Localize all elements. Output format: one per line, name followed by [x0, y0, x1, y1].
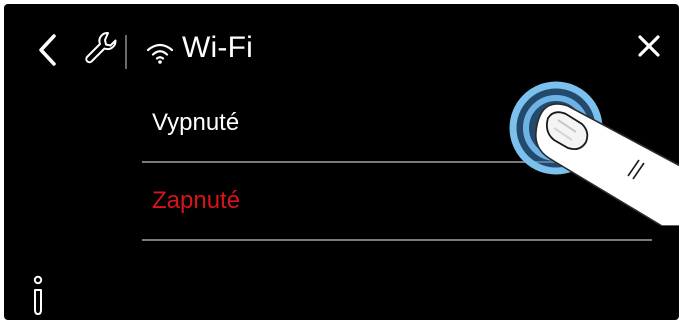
option-divider — [142, 239, 652, 241]
info-icon[interactable] — [26, 274, 52, 318]
option-off-label: Vypnuté — [152, 109, 240, 136]
page-title: Wi-Fi — [182, 31, 253, 64]
option-on-label: Zapnuté — [152, 187, 241, 214]
header-separator — [125, 35, 127, 69]
wifi-icon — [146, 43, 174, 64]
close-icon[interactable] — [634, 31, 664, 61]
appliance-screen: Wi-Fi Vypnuté Zapnuté — [4, 4, 679, 320]
wrench-icon — [85, 32, 117, 64]
pointing-finger-illustration — [509, 81, 679, 226]
chevron-left-icon[interactable] — [34, 31, 64, 69]
